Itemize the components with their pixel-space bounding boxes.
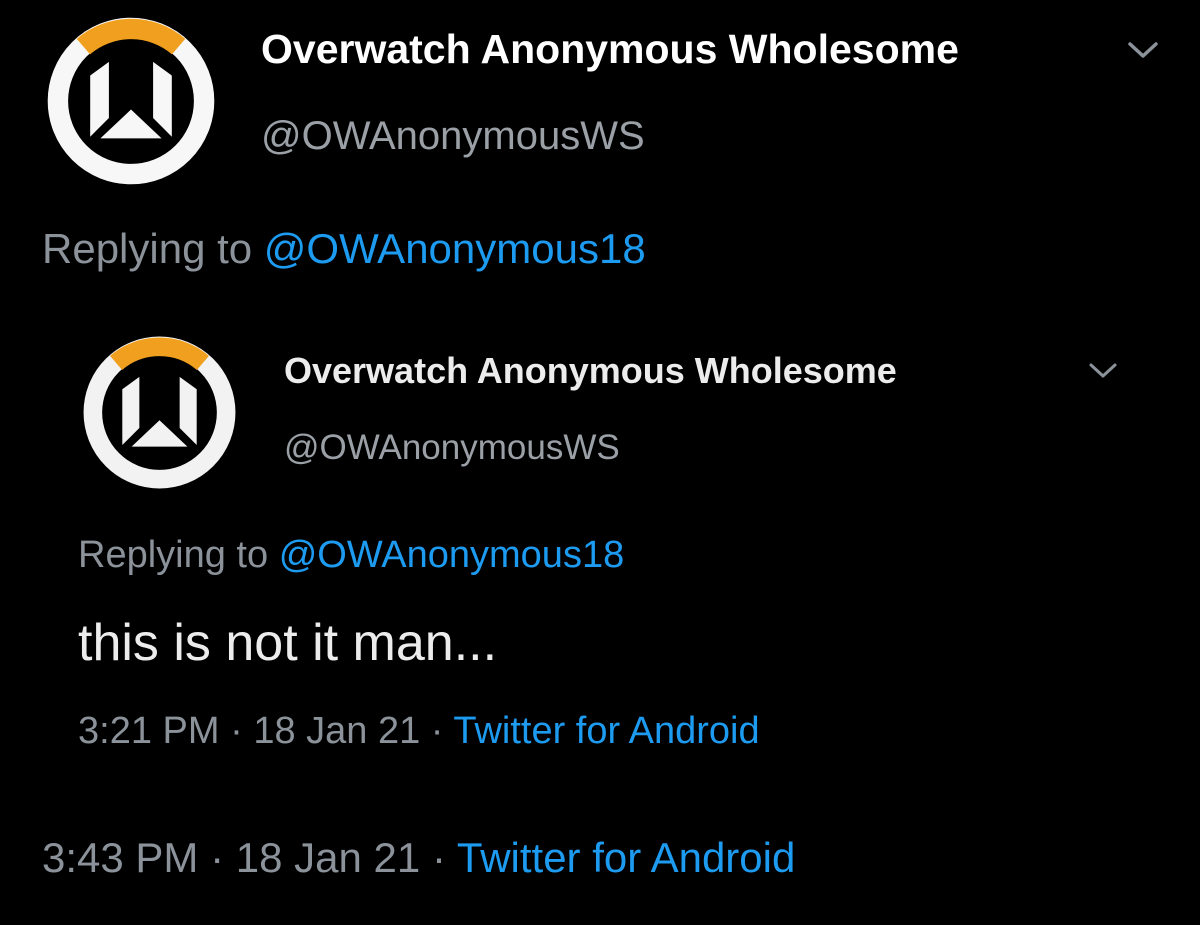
quoted-tweet-text: this is not it man... [78, 614, 498, 672]
quoted-menu-button[interactable] [1086, 358, 1120, 382]
meta-separator: · [431, 834, 446, 881]
tweet-time: 3:43 PM [42, 834, 199, 881]
overwatch-logo-icon [83, 336, 236, 489]
chevron-down-icon [1089, 363, 1117, 378]
chevron-down-icon [1128, 42, 1158, 58]
outer-replying-line: Replying to @OWAnonymous18 [42, 225, 646, 273]
tweet-date: 18 Jan 21 [253, 710, 421, 752]
tweet-date: 18 Jan 21 [235, 834, 421, 881]
quoted-author-handle[interactable]: @OWAnonymousWS [284, 428, 620, 468]
quoted-author-name[interactable]: Overwatch Anonymous Wholesome [284, 350, 897, 392]
outer-author-name[interactable]: Overwatch Anonymous Wholesome [261, 26, 959, 73]
quoted-tweet-meta: 3:21 PM · 18 Jan 21 · Twitter for Androi… [78, 710, 760, 753]
replying-to-label: Replying to [78, 534, 269, 576]
replying-to-label: Replying to [42, 225, 253, 272]
meta-separator: · [430, 710, 444, 752]
meta-separator: · [230, 710, 243, 752]
tweet-source-link[interactable]: Twitter for Android [457, 834, 795, 881]
outer-tweet-meta: 3:43 PM · 18 Jan 21 · Twitter for Androi… [42, 834, 795, 882]
overwatch-logo-icon [47, 17, 215, 185]
tweet-time: 3:21 PM [78, 710, 220, 752]
outer-menu-button[interactable] [1124, 36, 1162, 64]
outer-avatar[interactable] [46, 16, 216, 186]
quoted-avatar[interactable] [82, 335, 237, 490]
replying-to-handle-link[interactable]: @OWAnonymous18 [264, 225, 646, 272]
quoted-replying-line: Replying to @OWAnonymous18 [78, 534, 624, 577]
replying-to-handle-link[interactable]: @OWAnonymous18 [279, 534, 625, 576]
meta-separator: · [210, 834, 225, 881]
tweet-source-link[interactable]: Twitter for Android [453, 710, 759, 752]
outer-author-handle[interactable]: @OWAnonymousWS [261, 114, 645, 159]
